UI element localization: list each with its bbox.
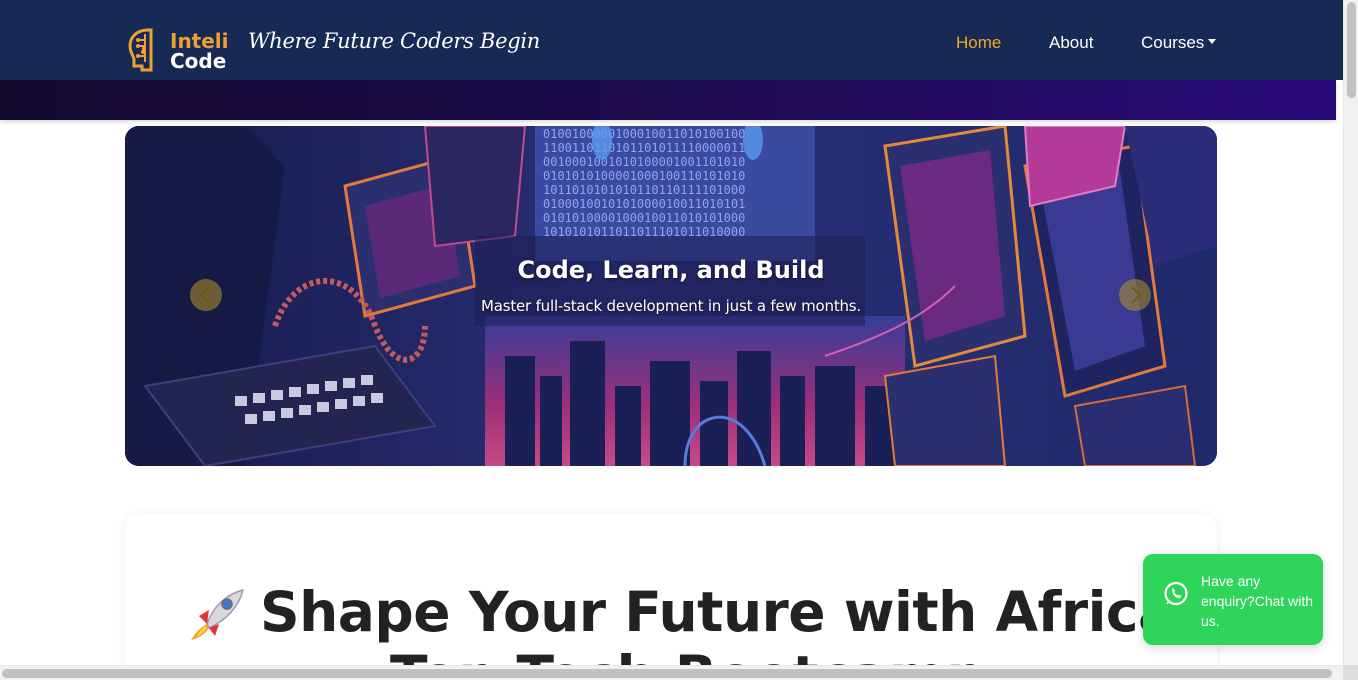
intro-card: Shape Your Future with Africa's Top Tech… (125, 514, 1217, 680)
brand-name-line2: Code (170, 49, 227, 73)
chevron-left-icon (199, 286, 210, 304)
rocket-icon (191, 588, 245, 640)
hero-title: Code, Learn, and Build (517, 256, 825, 284)
nav-link-home[interactable]: Home (956, 33, 1001, 53)
brand-logo[interactable]: Inteli Code (127, 26, 229, 72)
vertical-scrollbar[interactable] (1343, 0, 1358, 665)
nav-link-about[interactable]: About (1049, 33, 1093, 53)
horizontal-scrollbar[interactable] (0, 665, 1343, 680)
binary-row: 0101010000100010011010101000 (543, 211, 745, 225)
carousel-prev-button[interactable] (190, 279, 222, 311)
hero-illustration: 0100100000100010011010100100 11001101101… (125, 126, 1217, 466)
brain-circuit-icon (128, 28, 153, 72)
caret-down-icon (1208, 39, 1217, 45)
carousel-next-button[interactable] (1119, 279, 1151, 311)
scrollbar-corner (1343, 665, 1358, 680)
whatsapp-chat-button[interactable]: Have any enquiry?Chat with us. (1143, 554, 1323, 645)
hero-subtitle: Master full-stack development in just a … (481, 297, 861, 315)
brand-tagline: Where Future Coders Begin (248, 29, 540, 53)
binary-row: 0010001001010100001001101010 (543, 155, 745, 169)
binary-row: 0101010100001000100110101010 (543, 169, 745, 183)
brand-name-line1: Inteli (170, 29, 229, 53)
binary-row: 0100100000100010011010100100 (543, 127, 745, 141)
nav-link-courses-dropdown[interactable]: Courses (1141, 33, 1217, 53)
binary-row: 1100110110101101011110000011 (543, 141, 745, 155)
hero-carousel: 0100100000100010011010100100 11001101101… (125, 126, 1217, 466)
binary-row: 1011010101010110110111101000 (543, 183, 745, 197)
horizontal-scrollbar-thumb[interactable] (2, 669, 1332, 678)
binary-row: 0100010010101000010011010101 (543, 197, 745, 211)
navbar: Inteli Code Where Future Coders Begin Ho… (0, 0, 1343, 80)
nav-link-courses-label: Courses (1141, 33, 1205, 52)
hero-headline: Shape Your Future with Africa's (260, 580, 1217, 644)
chevron-right-icon (1131, 286, 1142, 304)
brand-name: Inteli Code (170, 31, 229, 71)
vertical-scrollbar-thumb[interactable] (1347, 2, 1356, 98)
whatsapp-icon (1164, 581, 1188, 606)
whatsapp-chat-label: Have any enquiry?Chat with us. (1201, 573, 1314, 629)
header-banner-strip (0, 80, 1336, 120)
